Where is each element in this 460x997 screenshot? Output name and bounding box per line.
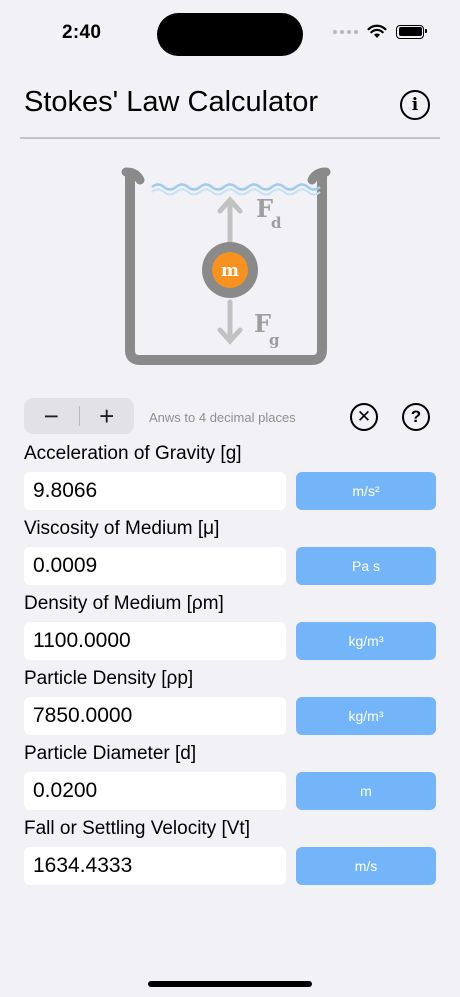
water-surface-2 xyxy=(151,188,321,196)
settling-velocity-unit-button[interactable]: m/s xyxy=(296,847,436,885)
drag-force-arrow xyxy=(217,196,243,246)
precision-label: Anws to 4 decimal places xyxy=(149,410,296,425)
help-button[interactable]: ? xyxy=(402,403,430,431)
particle-diameter-label: Particle Diameter [d] xyxy=(24,743,197,764)
particle-density-input[interactable] xyxy=(24,697,286,735)
question-icon: ? xyxy=(410,407,422,426)
medium-density-label: Density of Medium [ρm] xyxy=(24,593,224,614)
home-indicator[interactable] xyxy=(148,981,312,987)
info-icon: i xyxy=(411,95,419,115)
gravity-input[interactable] xyxy=(24,472,286,510)
medium-density-unit-button[interactable]: kg/m³ xyxy=(296,622,436,660)
increment-button[interactable]: + xyxy=(80,398,135,434)
info-button[interactable]: i xyxy=(400,90,430,120)
particle-density-unit-button[interactable]: kg/m³ xyxy=(296,697,436,735)
dynamic-island xyxy=(157,13,303,56)
medium-density-input[interactable] xyxy=(24,622,286,660)
battery-icon xyxy=(396,24,427,39)
clear-button[interactable]: ✕ xyxy=(350,403,378,431)
gravity-force-subscript: g xyxy=(269,331,280,349)
viscosity-label: Viscosity of Medium [μ] xyxy=(24,518,220,539)
particle-diameter-unit-button[interactable]: m xyxy=(296,772,436,810)
settling-velocity-input[interactable] xyxy=(24,847,286,885)
page-title: Stokes' Law Calculator xyxy=(24,86,319,118)
stokes-diagram: m F d F g xyxy=(121,167,331,365)
viscosity-unit-button[interactable]: Pa s xyxy=(296,547,436,585)
mass-label: m xyxy=(221,261,239,281)
viscosity-input[interactable] xyxy=(24,547,286,585)
status-bar: 2:40 xyxy=(0,0,460,70)
water-surface xyxy=(151,183,321,191)
decrement-button[interactable]: − xyxy=(24,398,79,434)
wifi-icon xyxy=(367,24,387,38)
decimal-stepper: − + xyxy=(24,398,134,434)
header-divider xyxy=(20,137,440,139)
particle-density-label: Particle Density [ρp] xyxy=(24,668,194,689)
settling-velocity-label: Fall or Settling Velocity [Vt] xyxy=(24,818,250,839)
particle-diameter-input[interactable] xyxy=(24,772,286,810)
status-icons xyxy=(333,24,427,39)
close-icon: ✕ xyxy=(356,407,372,426)
gravity-unit-button[interactable]: m/s² xyxy=(296,472,436,510)
gravity-force-arrow xyxy=(217,299,243,345)
status-time: 2:40 xyxy=(62,22,102,43)
cellular-signal-icon xyxy=(333,29,358,34)
drag-force-subscript: d xyxy=(271,214,282,232)
gravity-label: Acceleration of Gravity [g] xyxy=(24,443,242,464)
